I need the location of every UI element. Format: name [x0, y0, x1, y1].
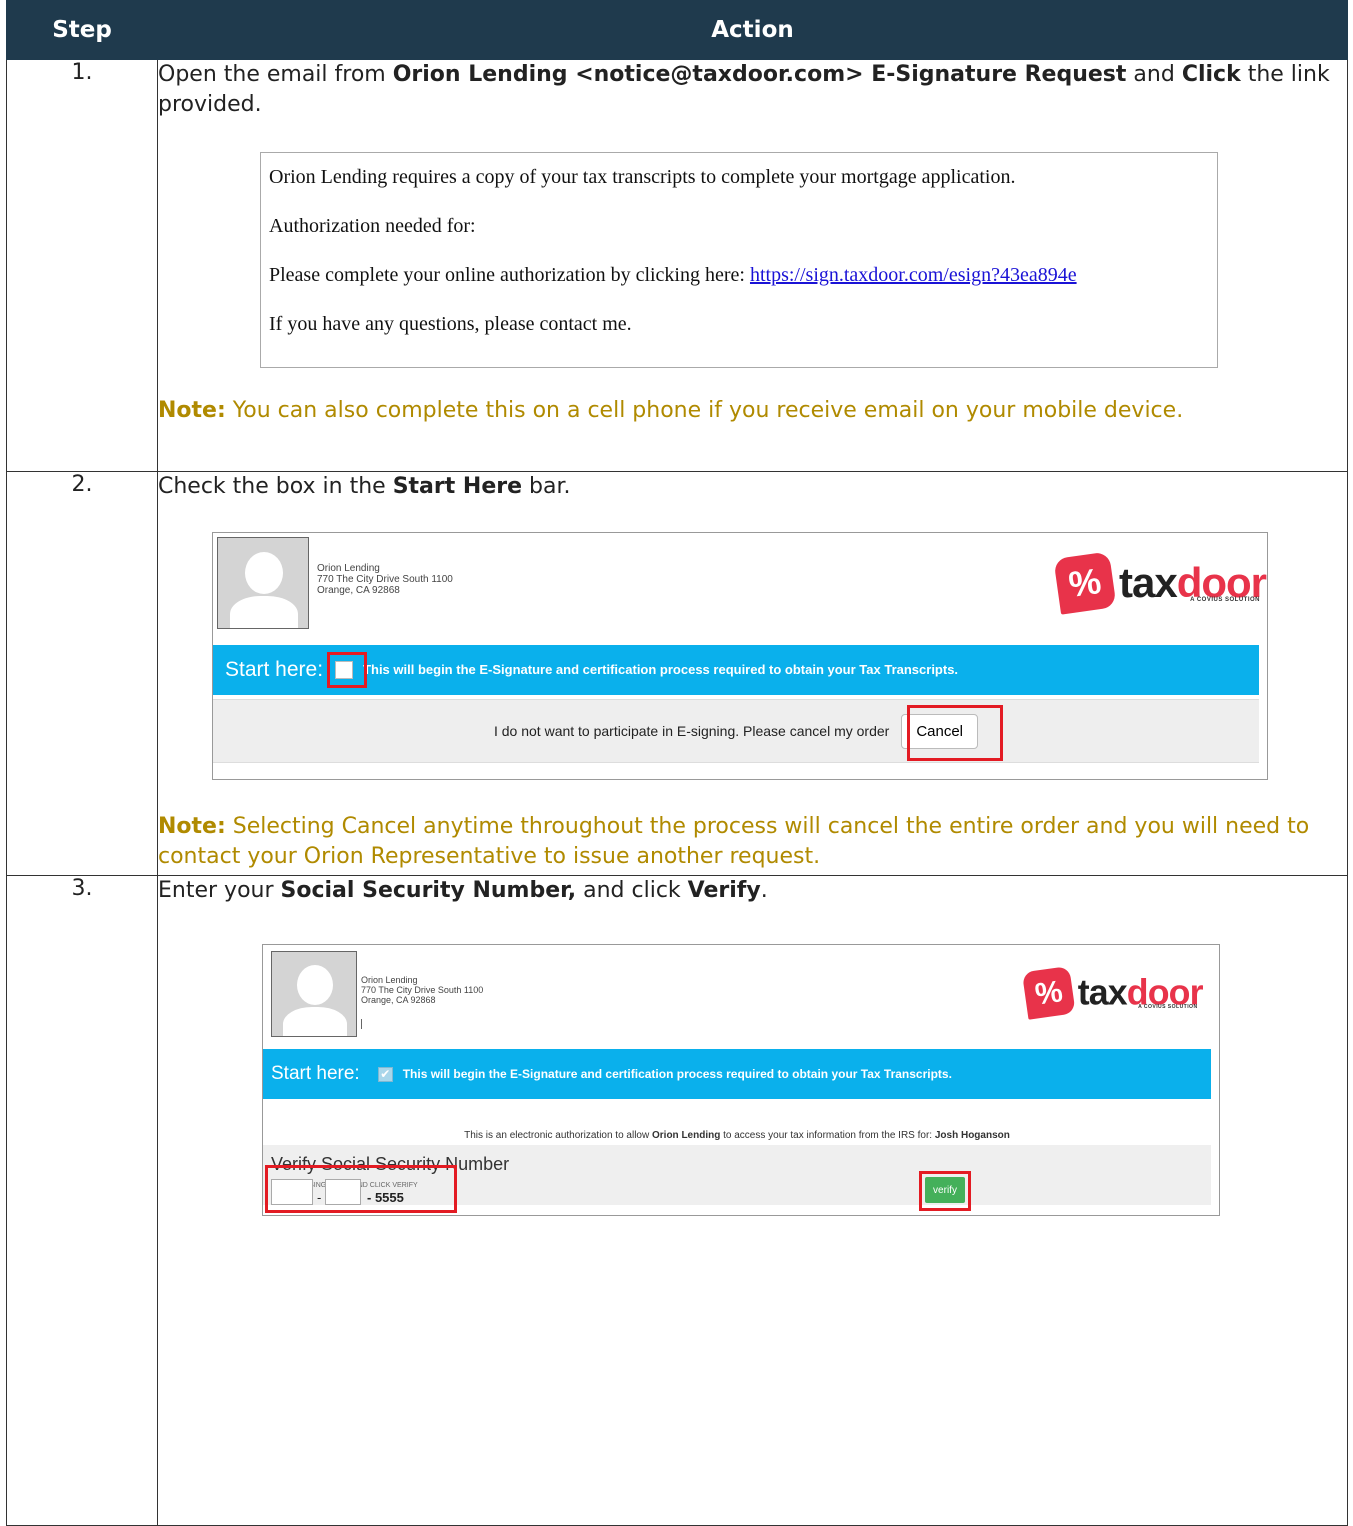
cancel-text: I do not want to participate in E-signin…: [493, 723, 890, 739]
percent-icon: %: [1053, 551, 1117, 615]
start-here-bar: Start here: This will begin the E-Signat…: [213, 645, 1259, 695]
cancel-row: I do not want to participate in E-signin…: [213, 699, 1259, 763]
step-row-1: 1. Open the email from Orion Lending <no…: [6, 59, 1348, 472]
start-checkbox-checked[interactable]: ✔: [377, 1066, 393, 1082]
start-here-text: This will begin the E-Signature and cert…: [363, 662, 959, 677]
start-here-label: Start here:: [225, 658, 324, 681]
step-number: 3.: [6, 875, 158, 1526]
email-line: Please complete your online authorizatio…: [269, 264, 1077, 286]
authorization-link[interactable]: https://sign.taxdoor.com/esign?43ea894e: [750, 264, 1077, 286]
taxdoor-logo: % taxdoor A COVIUS SOLUTION: [1053, 551, 1267, 615]
header-step: Step: [6, 0, 158, 60]
start-here-text: This will begin the E-Signature and cert…: [402, 1067, 952, 1081]
step-instruction: Open the email from Orion Lending <notic…: [158, 62, 1330, 117]
start-here-label: Start here:: [271, 1063, 360, 1084]
highlight-box: [265, 1165, 457, 1213]
note: Note: You can also complete this on a ce…: [158, 398, 1184, 423]
avatar: [271, 951, 357, 1037]
highlight-box: [919, 1171, 971, 1211]
avatar: [217, 537, 309, 629]
email-line: Orion Lending requires a copy of your ta…: [269, 166, 1016, 188]
step-row-3: 3. Enter your Social Security Number, an…: [6, 875, 1348, 1526]
taxdoor-logo: % taxdoor A COVIUS SOLUTION: [1021, 965, 1204, 1020]
step-action: Enter your Social Security Number, and c…: [157, 875, 1348, 1526]
step-row-2: 2. Check the box in the Start Here bar. …: [6, 471, 1348, 876]
step-number: 1.: [6, 59, 158, 472]
lender-address: Orion Lending 770 The City Drive South 11…: [317, 563, 453, 596]
highlight-box: [327, 652, 367, 688]
start-here-bar: Start here: ✔ This will begin the E-Sign…: [263, 1049, 1211, 1099]
note: Note: Selecting Cancel anytime throughou…: [158, 814, 1310, 869]
highlight-box: [907, 705, 1003, 761]
instruction-table: Step Action 1. Open the email from Orion…: [6, 0, 1348, 1526]
lender-address: Orion Lending 770 The City Drive South 11…: [361, 975, 484, 1005]
email-line: Authorization needed for:: [269, 215, 476, 237]
percent-icon: %: [1021, 965, 1076, 1020]
verify-ssn-screenshot: Orion Lending 770 The City Drive South 11…: [262, 944, 1220, 1216]
header-action: Action: [157, 0, 1348, 60]
step-number: 2.: [6, 471, 158, 876]
step-instruction: Enter your Social Security Number, and c…: [158, 878, 768, 903]
step-action: Check the box in the Start Here bar. Ori…: [157, 471, 1348, 876]
step-action: Open the email from Orion Lending <notic…: [157, 59, 1348, 472]
email-line: If you have any questions, please contac…: [269, 313, 632, 335]
start-here-screenshot: Orion Lending 770 The City Drive South 11…: [212, 532, 1268, 780]
email-preview: Orion Lending requires a copy of your ta…: [260, 152, 1218, 368]
step-instruction: Check the box in the Start Here bar.: [158, 474, 571, 499]
